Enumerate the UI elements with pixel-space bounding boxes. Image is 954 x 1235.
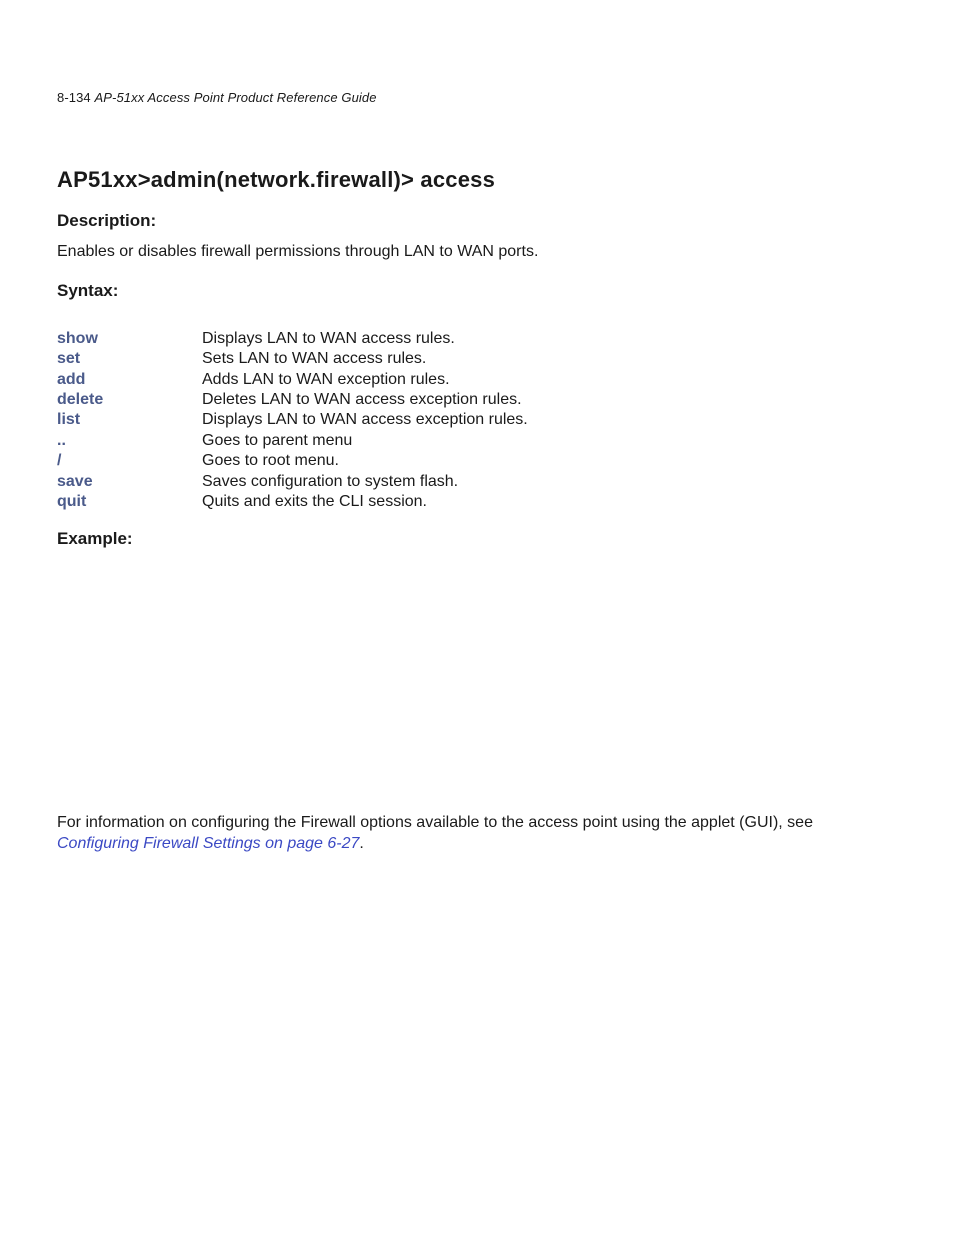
syntax-row: list Displays LAN to WAN access exceptio… (57, 410, 897, 430)
syntax-command: quit (57, 492, 202, 512)
syntax-row: .. Goes to parent menu (57, 431, 897, 451)
command-path-heading: AP51xx>admin(network.firewall)> access (57, 167, 897, 193)
syntax-description: Displays LAN to WAN access rules. (202, 329, 897, 349)
syntax-command: / (57, 451, 202, 471)
syntax-command: list (57, 410, 202, 430)
book-title: AP-51xx Access Point Product Reference G… (94, 90, 376, 105)
syntax-row: add Adds LAN to WAN exception rules. (57, 370, 897, 390)
syntax-command: show (57, 329, 202, 349)
syntax-description: Sets LAN to WAN access rules. (202, 349, 897, 369)
syntax-description: Goes to parent menu (202, 431, 897, 451)
page: 8-134 AP-51xx Access Point Product Refer… (0, 0, 954, 1235)
footer-lead: For information on configuring the Firew… (57, 814, 813, 831)
syntax-command: delete (57, 390, 202, 410)
example-heading: Example: (57, 529, 897, 549)
syntax-row: show Displays LAN to WAN access rules. (57, 329, 897, 349)
syntax-command: .. (57, 431, 202, 451)
syntax-row: quit Quits and exits the CLI session. (57, 492, 897, 512)
syntax-command: save (57, 472, 202, 492)
syntax-description: Quits and exits the CLI session. (202, 492, 897, 512)
page-number: 8-134 (57, 90, 91, 105)
syntax-command: add (57, 370, 202, 390)
footer-tail: . (359, 835, 363, 852)
syntax-row: save Saves configuration to system flash… (57, 472, 897, 492)
syntax-command: set (57, 349, 202, 369)
description-body: Enables or disables firewall permissions… (57, 241, 897, 263)
syntax-row: delete Deletes LAN to WAN access excepti… (57, 390, 897, 410)
syntax-description: Saves configuration to system flash. (202, 472, 897, 492)
syntax-table: show Displays LAN to WAN access rules. s… (57, 329, 897, 513)
syntax-row: / Goes to root menu. (57, 451, 897, 471)
syntax-description: Goes to root menu. (202, 451, 897, 471)
syntax-heading: Syntax: (57, 281, 897, 301)
running-header: 8-134 AP-51xx Access Point Product Refer… (57, 90, 897, 105)
syntax-description: Adds LAN to WAN exception rules. (202, 370, 897, 390)
syntax-row: set Sets LAN to WAN access rules. (57, 349, 897, 369)
cross-reference-link[interactable]: Configuring Firewall Settings on page 6-… (57, 835, 359, 852)
footer-note: For information on configuring the Firew… (57, 812, 897, 854)
description-heading: Description: (57, 211, 897, 231)
syntax-description: Displays LAN to WAN access exception rul… (202, 410, 897, 430)
syntax-description: Deletes LAN to WAN access exception rule… (202, 390, 897, 410)
